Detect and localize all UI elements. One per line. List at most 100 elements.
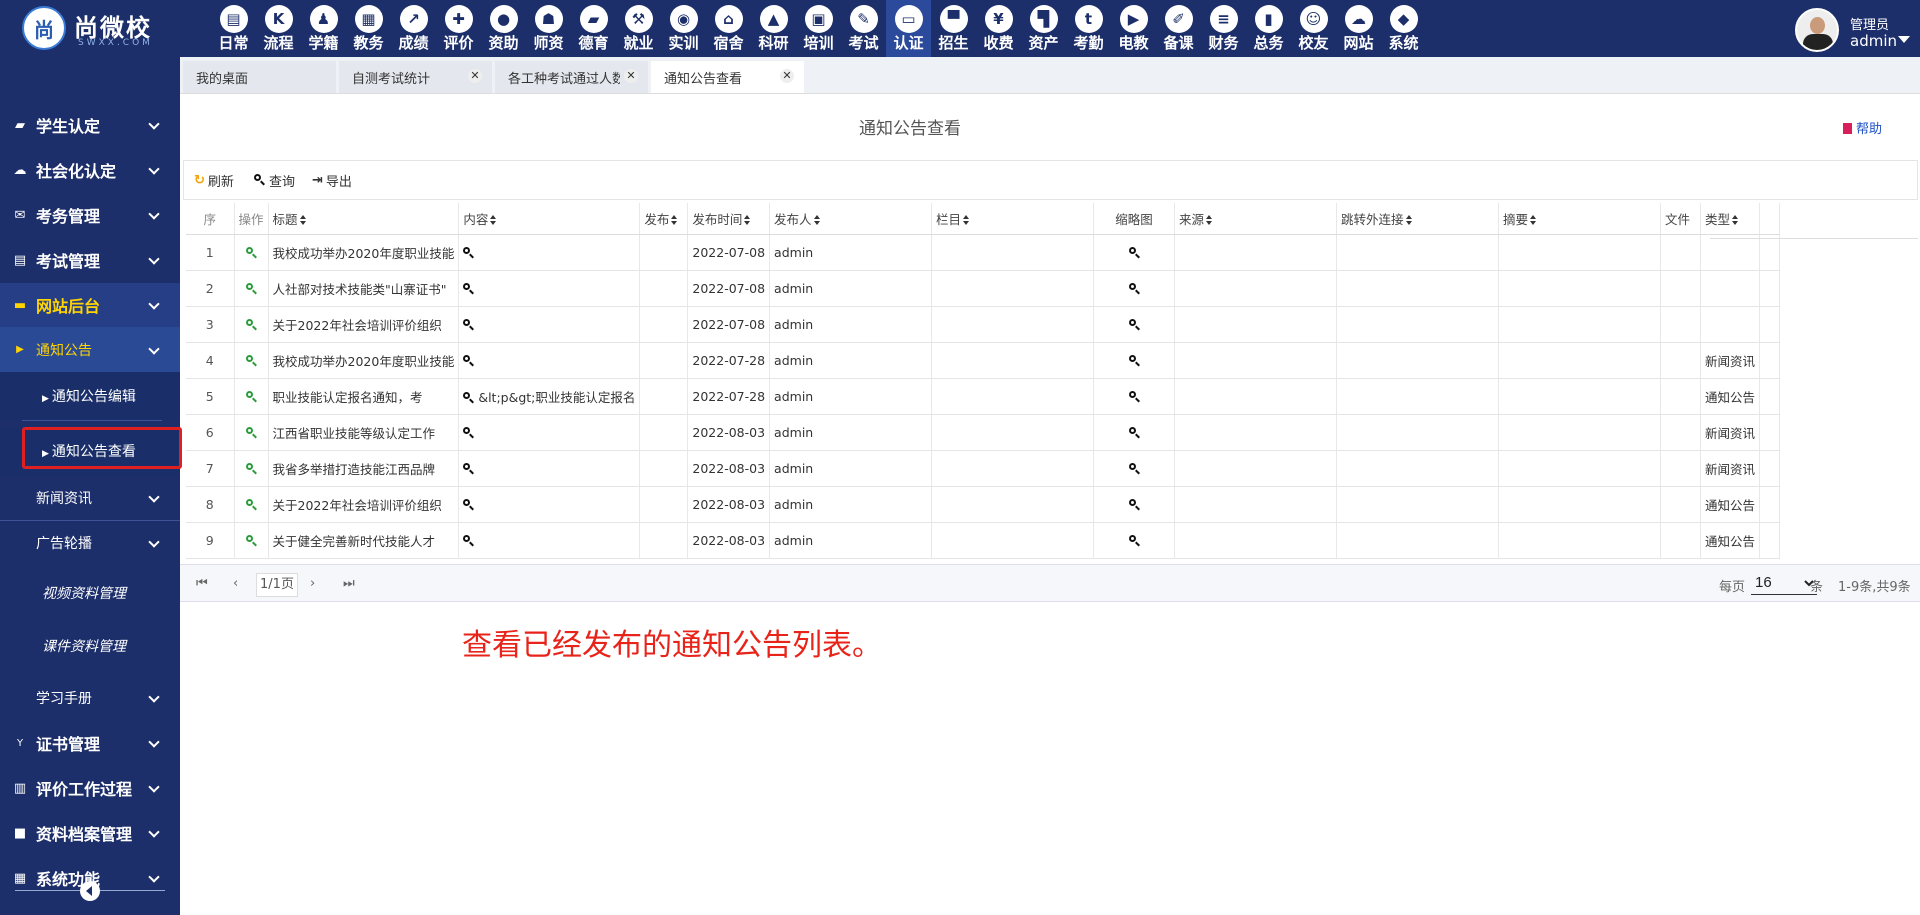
module-aid[interactable]: ● 资助 <box>481 0 526 57</box>
module-document[interactable]: ▤ 日常 <box>211 0 256 57</box>
module-wrench[interactable]: ✎ 考试 <box>841 0 886 57</box>
view-icon[interactable] <box>245 499 257 510</box>
table-row[interactable]: 9 关于健全完善新时代技能人才 2022-08-03 admin 通知公告 <box>186 522 1781 559</box>
module-bus[interactable]: ▀ 招生 <box>931 0 976 57</box>
search-icon[interactable] <box>463 499 474 510</box>
column-header-time[interactable]: 发布时间 <box>687 203 771 235</box>
tab-notice-view[interactable]: 通知公告查看 ✕ <box>651 61 804 93</box>
module-book[interactable]: ▰ 德育 <box>571 0 616 57</box>
module-student[interactable]: ♟ 学籍 <box>301 0 346 57</box>
module-training[interactable]: ◉ 实训 <box>661 0 706 57</box>
view-icon[interactable] <box>245 355 257 366</box>
search-icon[interactable] <box>1128 391 1140 402</box>
column-header-source[interactable]: 来源 <box>1174 203 1338 235</box>
search-icon[interactable] <box>463 283 474 294</box>
search-icon[interactable] <box>1128 355 1140 366</box>
first-page-icon[interactable]: ⏮ <box>196 576 208 591</box>
view-icon[interactable] <box>245 463 257 474</box>
column-header-summary[interactable]: 摘要 <box>1498 203 1662 235</box>
module-home[interactable]: ⌂ 宿舍 <box>706 0 751 57</box>
sidebar-item-courseware[interactable]: 课件资料管理 <box>0 621 180 671</box>
sidebar-item-video[interactable]: 视频资料管理 <box>0 568 180 618</box>
module-image[interactable]: ▣ 培训 <box>796 0 841 57</box>
view-icon[interactable] <box>245 427 257 438</box>
view-icon[interactable] <box>245 391 257 402</box>
search-icon[interactable] <box>463 535 474 546</box>
page-size-select[interactable]: 16 <box>1751 571 1817 595</box>
sort-icon[interactable] <box>813 215 820 225</box>
sort-icon[interactable] <box>963 215 970 225</box>
sidebar-item-handbook[interactable]: 学习手册 <box>0 676 180 720</box>
sort-icon[interactable] <box>671 215 678 225</box>
sidebar-item-notice[interactable]: ▶ 通知公告 <box>0 327 180 372</box>
table-row[interactable]: 8 关于2022年社会培训评价组织 2022-08-03 admin 通知公告 <box>186 486 1781 523</box>
user-menu[interactable]: 管理员 admin <box>1795 8 1915 52</box>
column-header-type[interactable]: 类型 <box>1700 203 1761 235</box>
column-header-content[interactable]: 内容 <box>458 203 641 235</box>
module-cloud[interactable]: ☁ 网站 <box>1336 0 1381 57</box>
avatar[interactable] <box>1795 8 1839 52</box>
module-train[interactable]: ▜ 资产 <box>1021 0 1066 57</box>
column-header-author[interactable]: 发布人 <box>769 203 933 235</box>
column-header-title[interactable]: 标题 <box>268 203 460 235</box>
module-monitor[interactable]: ▭ 认证 <box>886 0 931 57</box>
tab-self-test-stats[interactable]: 自测考试统计 ✕ <box>339 61 492 93</box>
module-calendar[interactable]: ▦ 教务 <box>346 0 391 57</box>
sidebar-item-notice-edit[interactable]: ▶ 通知公告编辑 <box>0 372 180 420</box>
sidebar-item-certificate[interactable]: Y 证书管理 <box>0 721 180 765</box>
sidebar-item-student-cert[interactable]: ▰ 学生认定 <box>0 103 180 147</box>
sidebar-item-news[interactable]: 新闻资讯 <box>0 476 180 520</box>
table-row[interactable]: 6 江西省职业技能等级认定工作 2022-08-03 admin 新闻资讯 <box>186 414 1781 451</box>
sidebar-item-banner[interactable]: 广告轮播 <box>0 521 180 565</box>
sort-icon[interactable] <box>744 215 751 225</box>
search-icon[interactable] <box>463 355 474 366</box>
logo[interactable]: 尚 尚微校 SWXX.COM <box>22 6 172 52</box>
sidebar-item-archive[interactable]: ■ 资料档案管理 <box>0 811 180 855</box>
column-header-column[interactable]: 栏目 <box>931 203 1095 235</box>
module-chart[interactable]: ↗ 成绩 <box>391 0 436 57</box>
user-name[interactable]: admin <box>1850 32 1897 50</box>
table-row[interactable]: 1 我校成功举办2020年度职业技能 2022-07-08 admin <box>186 234 1781 271</box>
collapse-left-icon[interactable] <box>80 881 100 901</box>
search-icon[interactable] <box>1128 427 1140 438</box>
sort-icon[interactable] <box>1732 215 1739 225</box>
table-row[interactable]: 7 我省多举措打造技能江西品牌 2022-08-03 admin 新闻资讯 <box>186 450 1781 487</box>
search-icon[interactable] <box>1128 535 1140 546</box>
sort-icon[interactable] <box>1206 215 1213 225</box>
column-header-published[interactable]: 发布 <box>639 203 689 235</box>
prev-page-icon[interactable]: ‹ <box>233 576 238 591</box>
sidebar-item-social-cert[interactable]: ☁ 社会化认定 <box>0 148 180 192</box>
search-icon[interactable] <box>1128 319 1140 330</box>
module-tumblr[interactable]: t 考勤 <box>1066 0 1111 57</box>
module-edit[interactable]: ✐ 备课 <box>1156 0 1201 57</box>
close-icon[interactable]: ✕ <box>468 69 482 83</box>
search-icon[interactable] <box>463 247 474 258</box>
sort-icon[interactable] <box>1530 215 1537 225</box>
sort-icon[interactable] <box>299 215 306 225</box>
table-row[interactable]: 4 我校成功举办2020年度职业技能 2022-07-28 admin 新闻资讯 <box>186 342 1781 379</box>
sort-icon[interactable] <box>1405 215 1412 225</box>
sidebar-item-website-admin[interactable]: ▬ 网站后台 <box>0 283 180 327</box>
search-icon[interactable] <box>463 427 474 438</box>
module-teacher[interactable]: ☗ 师资 <box>526 0 571 57</box>
module-group[interactable]: ☺ 校友 <box>1291 0 1336 57</box>
search-icon[interactable] <box>1128 283 1140 294</box>
view-icon[interactable] <box>245 535 257 546</box>
close-icon[interactable]: ✕ <box>624 69 638 83</box>
tab-my-desktop[interactable]: 我的桌面 <box>183 61 336 93</box>
module-media[interactable]: ▶ 电教 <box>1111 0 1156 57</box>
module-mortarboard[interactable]: ▲ 科研 <box>751 0 796 57</box>
module-flow[interactable]: K 流程 <box>256 0 301 57</box>
search-icon[interactable] <box>463 463 474 474</box>
sort-icon[interactable] <box>490 215 497 225</box>
view-icon[interactable] <box>245 319 257 330</box>
sidebar-item-evaluation-process[interactable]: ▥ 评价工作过程 <box>0 766 180 810</box>
help-link[interactable]: 帮助 <box>1843 118 1882 137</box>
module-yen[interactable]: ¥ 收费 <box>976 0 1021 57</box>
tab-pass-count[interactable]: 各工种考试通过人数 ✕ <box>495 61 648 93</box>
caret-down-icon[interactable] <box>1898 36 1910 43</box>
view-icon[interactable] <box>245 247 257 258</box>
search-icon[interactable] <box>463 392 474 403</box>
export-button[interactable]: ⇥ 导出 <box>312 171 352 190</box>
sidebar-item-exam-affairs[interactable]: ✉ 考务管理 <box>0 193 180 237</box>
